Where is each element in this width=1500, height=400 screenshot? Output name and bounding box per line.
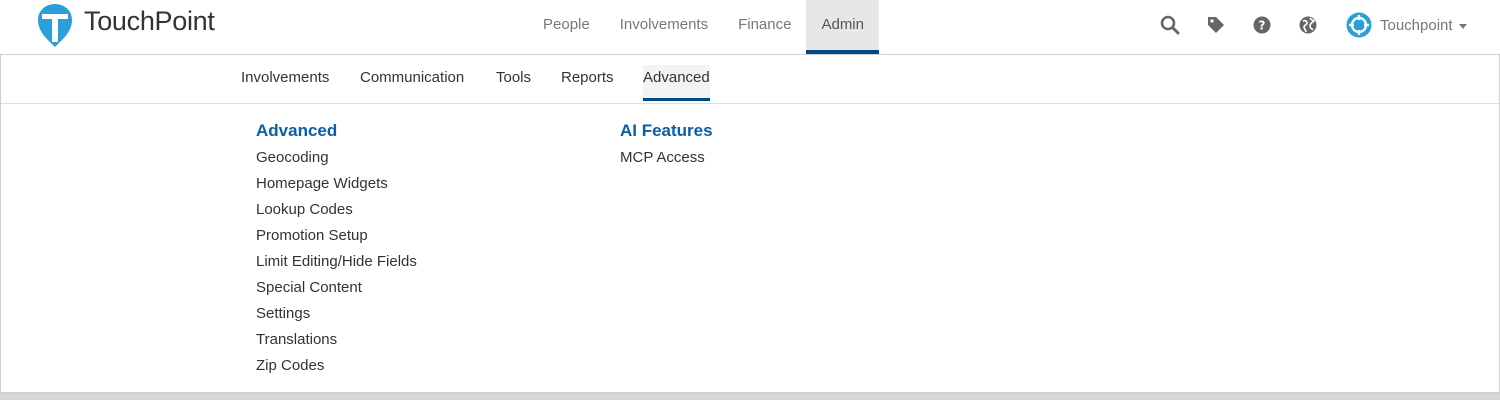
chevron-down-icon xyxy=(1458,23,1467,29)
main-nav: People Involvements Finance Admin xyxy=(528,0,879,54)
advanced-column: Advanced Geocoding Homepage Widgets Look… xyxy=(256,119,417,379)
user-name: Touchpoint xyxy=(1380,16,1453,34)
link-geocoding[interactable]: Geocoding xyxy=(256,145,417,171)
user-avatar-icon xyxy=(1346,12,1372,38)
subnav-involvements[interactable]: Involvements xyxy=(241,65,329,91)
page-background xyxy=(0,393,1500,400)
subnav-tools[interactable]: Tools xyxy=(496,65,531,91)
link-limit-editing-hide-fields[interactable]: Limit Editing/Hide Fields xyxy=(256,249,417,275)
link-settings[interactable]: Settings xyxy=(256,301,417,327)
globe-icon[interactable] xyxy=(1296,13,1320,37)
link-mcp-access[interactable]: MCP Access xyxy=(620,145,713,171)
link-homepage-widgets[interactable]: Homepage Widgets xyxy=(256,171,417,197)
admin-mega-menu: Involvements Communication Tools Reports… xyxy=(0,54,1500,393)
subnav-communication[interactable]: Communication xyxy=(360,65,464,91)
ai-features-heading: AI Features xyxy=(620,121,713,140)
link-zip-codes[interactable]: Zip Codes xyxy=(256,353,417,379)
nav-admin[interactable]: Admin xyxy=(806,0,879,54)
nav-finance[interactable]: Finance xyxy=(723,0,806,54)
svg-text:?: ? xyxy=(1259,19,1266,33)
logo-text: TouchPoint xyxy=(84,5,215,36)
help-icon[interactable]: ? xyxy=(1250,13,1274,37)
nav-involvements[interactable]: Involvements xyxy=(605,0,723,54)
advanced-heading: Advanced xyxy=(256,121,338,140)
subnav-advanced[interactable]: Advanced xyxy=(643,65,710,101)
tag-icon[interactable] xyxy=(1204,13,1228,37)
search-icon[interactable] xyxy=(1158,13,1182,37)
touchpoint-logo[interactable]: TouchPoint xyxy=(36,2,215,48)
toolbar-icons: ? xyxy=(1158,0,1342,50)
admin-sub-nav: Involvements Communication Tools Reports… xyxy=(1,55,1499,104)
subnav-reports[interactable]: Reports xyxy=(561,65,614,91)
touchpoint-logo-icon xyxy=(38,4,72,47)
link-lookup-codes[interactable]: Lookup Codes xyxy=(256,197,417,223)
user-menu[interactable]: Touchpoint xyxy=(1346,0,1467,50)
top-navbar: TouchPoint People Involvements Finance A… xyxy=(0,0,1500,54)
link-special-content[interactable]: Special Content xyxy=(256,275,417,301)
nav-people[interactable]: People xyxy=(528,0,605,54)
ai-features-column: AI Features MCP Access xyxy=(620,119,713,171)
link-promotion-setup[interactable]: Promotion Setup xyxy=(256,223,417,249)
link-translations[interactable]: Translations xyxy=(256,327,417,353)
